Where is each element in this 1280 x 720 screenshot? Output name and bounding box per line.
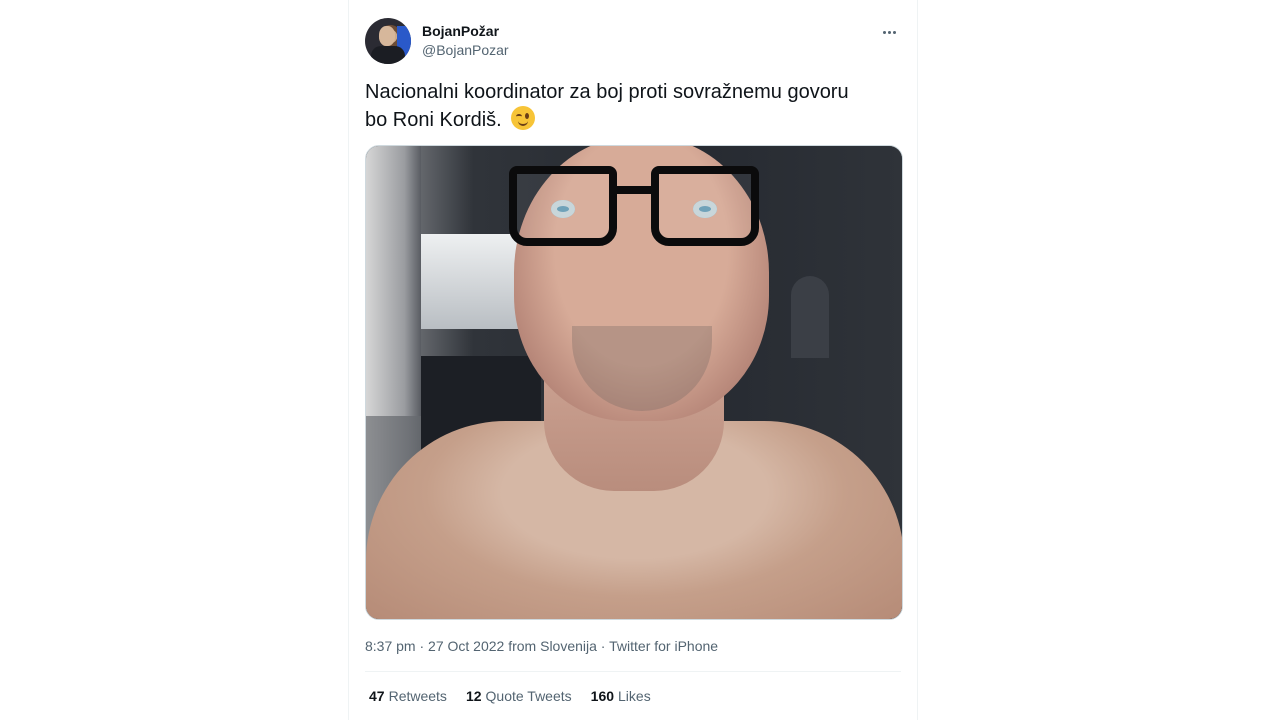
- quote-tweets-count: 12: [465, 688, 482, 704]
- photo-glasses: [509, 166, 759, 248]
- retweets-stat[interactable]: 47 Retweets: [369, 688, 447, 704]
- likes-stat[interactable]: 160 Likes: [591, 688, 651, 704]
- quote-tweets-label: Quote Tweets: [485, 688, 572, 704]
- retweets-label: Retweets: [388, 688, 447, 704]
- glasses-bridge: [613, 186, 655, 194]
- more-options-button[interactable]: [877, 22, 901, 42]
- likes-count: 160: [590, 688, 615, 704]
- author-info[interactable]: BojanPožar @BojanPozar: [422, 23, 509, 58]
- avatar-face: [379, 26, 395, 46]
- meta-separator: ·: [596, 638, 610, 654]
- author-handle[interactable]: @BojanPozar: [422, 42, 509, 58]
- tweet-location: from Slovenija: [504, 638, 597, 654]
- likes-label: Likes: [618, 688, 651, 704]
- tweet-date[interactable]: 27 Oct 2022: [428, 638, 504, 654]
- more-horizontal-icon: [882, 30, 896, 34]
- tweet-text-line-1: Nacionalni koordinator za boj proti sovr…: [365, 81, 849, 103]
- photo-door: [366, 146, 421, 416]
- tweet-source[interactable]: Twitter for iPhone: [609, 638, 718, 654]
- author-avatar[interactable]: [365, 18, 411, 64]
- tweet-text-line-2: bo Roni Kordiš.: [365, 109, 502, 131]
- tweet-stats: 47 Retweets 12 Quote Tweets 160 Likes: [369, 688, 651, 704]
- stats-divider: [365, 671, 901, 672]
- retweets-count: 47: [369, 688, 385, 704]
- tweet-metadata: 8:37 pm · 27 Oct 2022 from Slovenija · T…: [365, 637, 718, 655]
- tweet-card: BojanPožar @BojanPozar Nacionalni koordi…: [348, 0, 918, 720]
- quote-tweets-stat[interactable]: 12 Quote Tweets: [466, 688, 572, 704]
- tweet-text: Nacionalni koordinator za boj proti sovr…: [365, 78, 905, 134]
- tweet-header: BojanPožar @BojanPozar: [365, 18, 901, 66]
- avatar-shirt: [371, 46, 405, 64]
- photo-wall-niche: [791, 276, 829, 358]
- meta-separator: ·: [415, 638, 429, 654]
- right-eye: [693, 200, 717, 218]
- author-display-name[interactable]: BojanPožar: [422, 23, 509, 39]
- tweet-time[interactable]: 8:37 pm: [365, 638, 416, 654]
- winking-face-emoji-icon: [511, 106, 536, 130]
- tweet-photo[interactable]: [365, 145, 903, 620]
- left-eye: [551, 200, 575, 218]
